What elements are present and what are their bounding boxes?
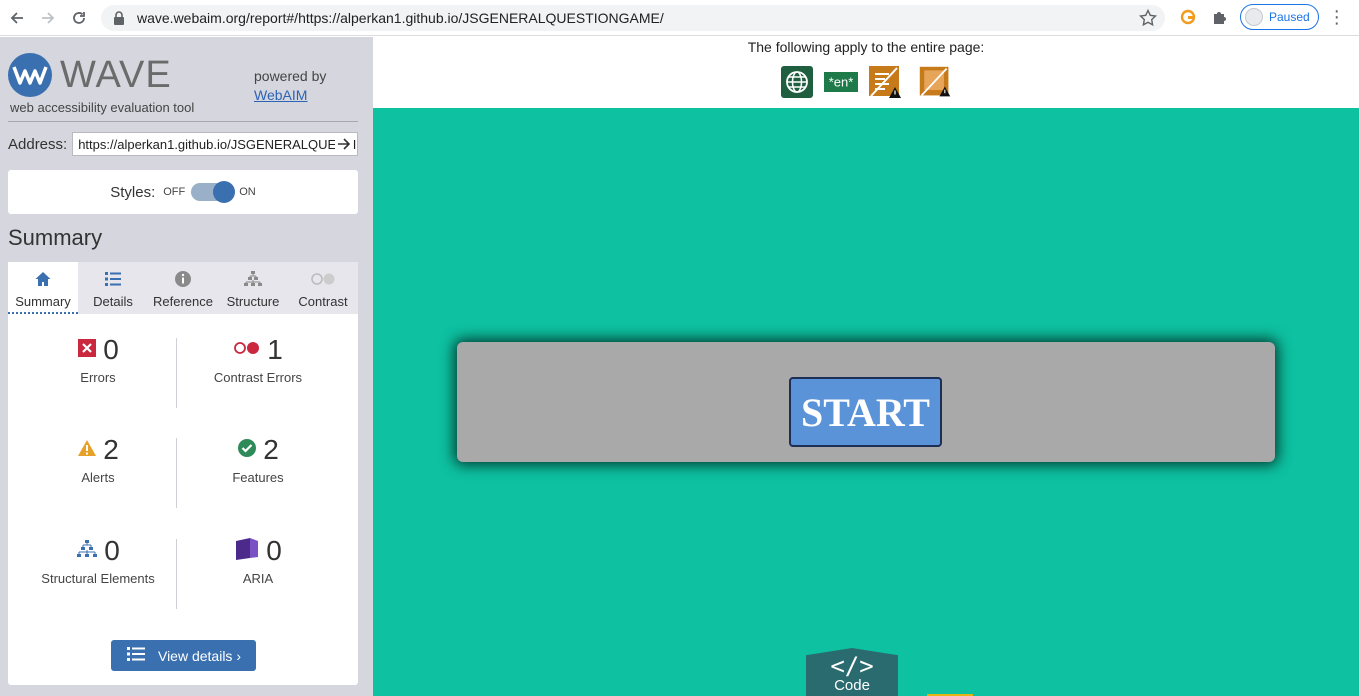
back-icon[interactable] (3, 4, 31, 32)
tab-label: Details (93, 294, 133, 309)
stat-errors[interactable]: 0 Errors (18, 334, 178, 385)
wave-logo: WAVE (8, 53, 172, 97)
language-en-icon[interactable]: *en* (824, 65, 858, 99)
structural-label: Structural Elements (41, 571, 155, 586)
structural-icon (76, 539, 98, 564)
aria-icon (234, 537, 260, 566)
profile-button[interactable]: Paused (1240, 4, 1319, 30)
contrast-error-icon (233, 340, 261, 361)
page-level-heading: The following apply to the entire page: (747, 39, 985, 55)
wave-brand: WAVE web accessibility evaluation tool p… (8, 51, 358, 121)
styles-panel: Styles: OFF ON (8, 170, 358, 214)
aria-count: 0 (266, 535, 282, 566)
tab-label: Summary (15, 294, 71, 309)
wave-tagline: web accessibility evaluation tool (10, 100, 195, 115)
browser-toolbar: wave.webaim.org/report#/https://alperkan… (0, 0, 1359, 36)
url-text: wave.webaim.org/report#/https://alperkan… (137, 10, 664, 26)
alerts-label: Alerts (81, 470, 115, 485)
code-icon: </> (830, 652, 874, 680)
profile-status: Paused (1269, 10, 1310, 24)
features-count: 2 (263, 434, 279, 465)
alert-icon (77, 439, 97, 462)
stat-contrast-errors[interactable]: 1 Contrast Errors (178, 334, 338, 385)
stat-divider (176, 338, 177, 408)
styles-label: Styles: (110, 183, 156, 201)
address-value: https://alperkan1.github.io/JSGENERALQUE… (78, 136, 357, 152)
structural-count: 0 (104, 535, 120, 566)
tab-label: Structure (226, 294, 280, 309)
code-label: Code (834, 677, 870, 694)
structure-icon (243, 268, 263, 290)
styles-toggle[interactable] (191, 181, 236, 203)
summary-heading: Summary (8, 225, 103, 250)
language-globe-icon[interactable] (780, 65, 814, 99)
view-details-label: View details › (157, 647, 241, 664)
avatar (1245, 8, 1263, 26)
forward-icon[interactable] (34, 4, 62, 32)
styles-on-label: ON (239, 186, 256, 198)
summary-panel: Summary Details Reference Structure Cont… (8, 262, 358, 685)
aria-label: ARIA (242, 571, 274, 586)
tab-structure[interactable]: Structure (218, 262, 288, 314)
lock-icon (113, 11, 127, 25)
code-toggle-button[interactable]: </> Code (806, 648, 898, 696)
reload-icon[interactable] (65, 4, 93, 32)
go-arrow-icon[interactable] (335, 135, 353, 153)
alerts-count: 2 (103, 434, 119, 465)
no-heading-alert-icon[interactable] (868, 65, 902, 99)
start-container: START (457, 342, 1275, 462)
errors-label: Errors (80, 370, 116, 385)
extensions-puzzle-icon[interactable] (1208, 5, 1232, 29)
rendered-page: START </> Code (373, 108, 1359, 696)
view-details-button[interactable]: View details › (111, 640, 256, 671)
tab-label: Reference (153, 294, 213, 309)
tab-contrast[interactable]: Contrast (288, 262, 358, 314)
page-level-icons: *en* (780, 65, 952, 99)
powered-by: powered by WebAIM (254, 67, 326, 105)
error-icon (77, 338, 97, 363)
divider (8, 121, 358, 122)
wave-tabs: Summary Details Reference Structure Cont… (8, 262, 358, 314)
home-icon (34, 268, 52, 290)
styles-off-label: OFF (163, 186, 186, 198)
address-label: Address: (8, 135, 68, 153)
info-icon (174, 268, 192, 290)
list-icon (126, 646, 146, 665)
browser-menu-icon[interactable]: ⋮ (1327, 5, 1347, 29)
wave-wordmark: WAVE (60, 53, 172, 96)
contrast-icon (310, 268, 336, 290)
stat-structural[interactable]: 0 Structural Elements (18, 535, 178, 586)
wave-sidebar: WAVE web accessibility evaluation tool p… (0, 37, 373, 696)
page-level-panel: The following apply to the entire page: … (373, 37, 1359, 108)
tab-reference[interactable]: Reference (148, 262, 218, 314)
webaim-link[interactable]: WebAIM (254, 87, 307, 103)
wave-logo-icon (8, 53, 52, 97)
toggle-knob (213, 181, 236, 203)
address-bar[interactable]: wave.webaim.org/report#/https://alperkan… (101, 5, 1165, 31)
list-icon (104, 268, 122, 290)
feature-check-icon (237, 438, 257, 463)
stat-alerts[interactable]: 2 Alerts (18, 434, 178, 485)
start-button[interactable]: START (789, 377, 942, 447)
contrast-errors-count: 1 (267, 334, 283, 365)
tab-details[interactable]: Details (78, 262, 148, 314)
stat-aria[interactable]: 0 ARIA (178, 535, 338, 586)
address-row: Address: https://alperkan1.github.io/JSG… (8, 132, 358, 156)
stat-divider (176, 438, 177, 508)
tab-label: Contrast (298, 294, 348, 309)
tab-summary[interactable]: Summary (8, 262, 78, 314)
contrast-errors-label: Contrast Errors (213, 370, 303, 385)
en-badge-text: *en* (829, 75, 854, 90)
address-input[interactable]: https://alperkan1.github.io/JSGENERALQUE… (72, 132, 358, 156)
errors-count: 0 (103, 334, 119, 365)
no-structure-alert-icon[interactable] (918, 65, 952, 99)
bookmark-star-icon[interactable] (1138, 8, 1158, 30)
stat-features[interactable]: 2 Features (178, 434, 338, 485)
features-label: Features (232, 470, 284, 485)
grammarly-extension-icon[interactable] (1176, 5, 1200, 29)
stat-divider (176, 539, 177, 609)
powered-by-text: powered by (254, 68, 327, 84)
